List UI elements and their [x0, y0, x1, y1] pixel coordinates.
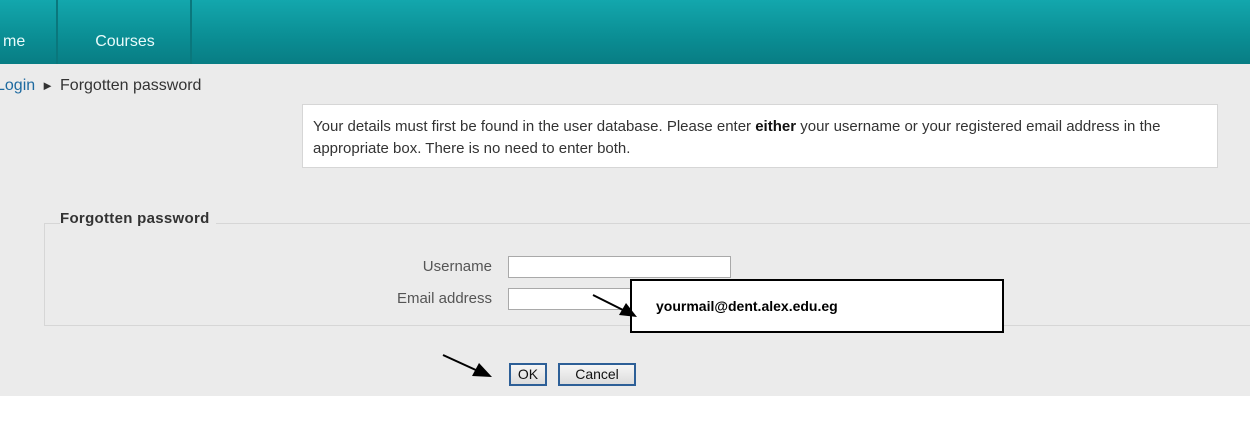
arrow-to-email-icon: [592, 294, 637, 317]
annotation-arrows: [442, 294, 637, 377]
arrow-to-ok-icon: [442, 354, 492, 377]
